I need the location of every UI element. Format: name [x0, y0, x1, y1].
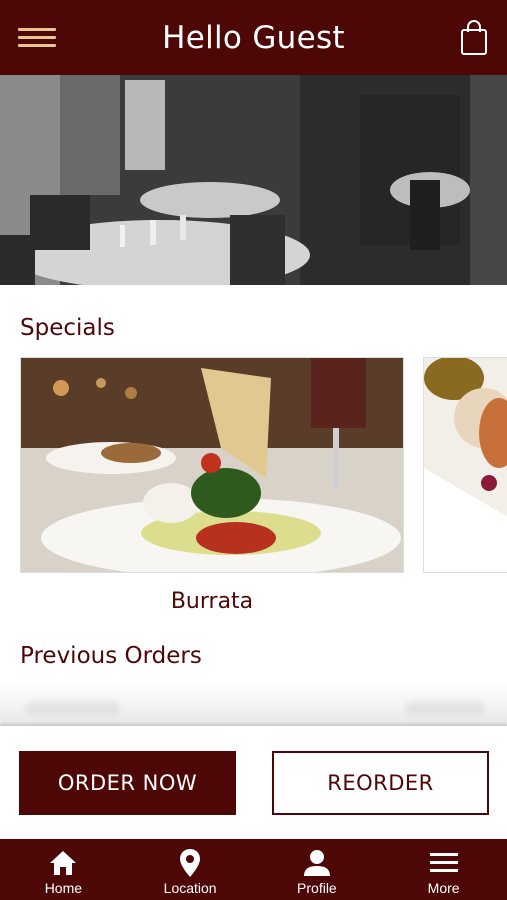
previous-order-placeholder	[25, 702, 120, 716]
hamburger-menu-icon	[429, 853, 458, 872]
nav-item-more[interactable]: More	[380, 839, 507, 900]
nav-label: Home	[44, 880, 83, 896]
person-icon	[303, 850, 330, 876]
action-bar: ORDER NOW REORDER	[0, 726, 507, 839]
special-name: Burrata	[170, 589, 254, 614]
nav-item-location[interactable]: Location	[127, 839, 254, 900]
location-pin-icon	[180, 849, 201, 877]
specials-carousel[interactable]: Burrata	[0, 357, 507, 617]
nav-label: More	[427, 880, 460, 896]
specials-heading: Specials	[20, 315, 115, 341]
nav-item-profile[interactable]: Profile	[254, 839, 381, 900]
previous-orders-list[interactable]	[0, 680, 507, 726]
reorder-button[interactable]: REORDER	[272, 751, 489, 815]
home-icon	[50, 851, 77, 875]
page-title: Hello Guest	[162, 19, 345, 56]
grilled-seafood-dish-photo	[423, 357, 507, 573]
order-now-button[interactable]: ORDER NOW	[19, 751, 236, 815]
nav-label: Profile	[297, 880, 337, 896]
shopping-bag-icon[interactable]	[459, 20, 489, 56]
nav-label: Location	[163, 880, 217, 896]
bottom-nav: Home Location Profile More	[0, 839, 507, 900]
app-header: Hello Guest	[0, 0, 507, 75]
previous-orders-heading: Previous Orders	[20, 643, 202, 669]
previous-order-placeholder	[405, 702, 485, 716]
hamburger-menu-icon[interactable]	[18, 26, 58, 50]
burrata-dish-photo	[20, 357, 404, 573]
nav-item-home[interactable]: Home	[0, 839, 127, 900]
restaurant-hero-image	[0, 75, 507, 285]
special-card[interactable]: Burrata	[20, 357, 404, 614]
special-card[interactable]	[423, 357, 507, 589]
